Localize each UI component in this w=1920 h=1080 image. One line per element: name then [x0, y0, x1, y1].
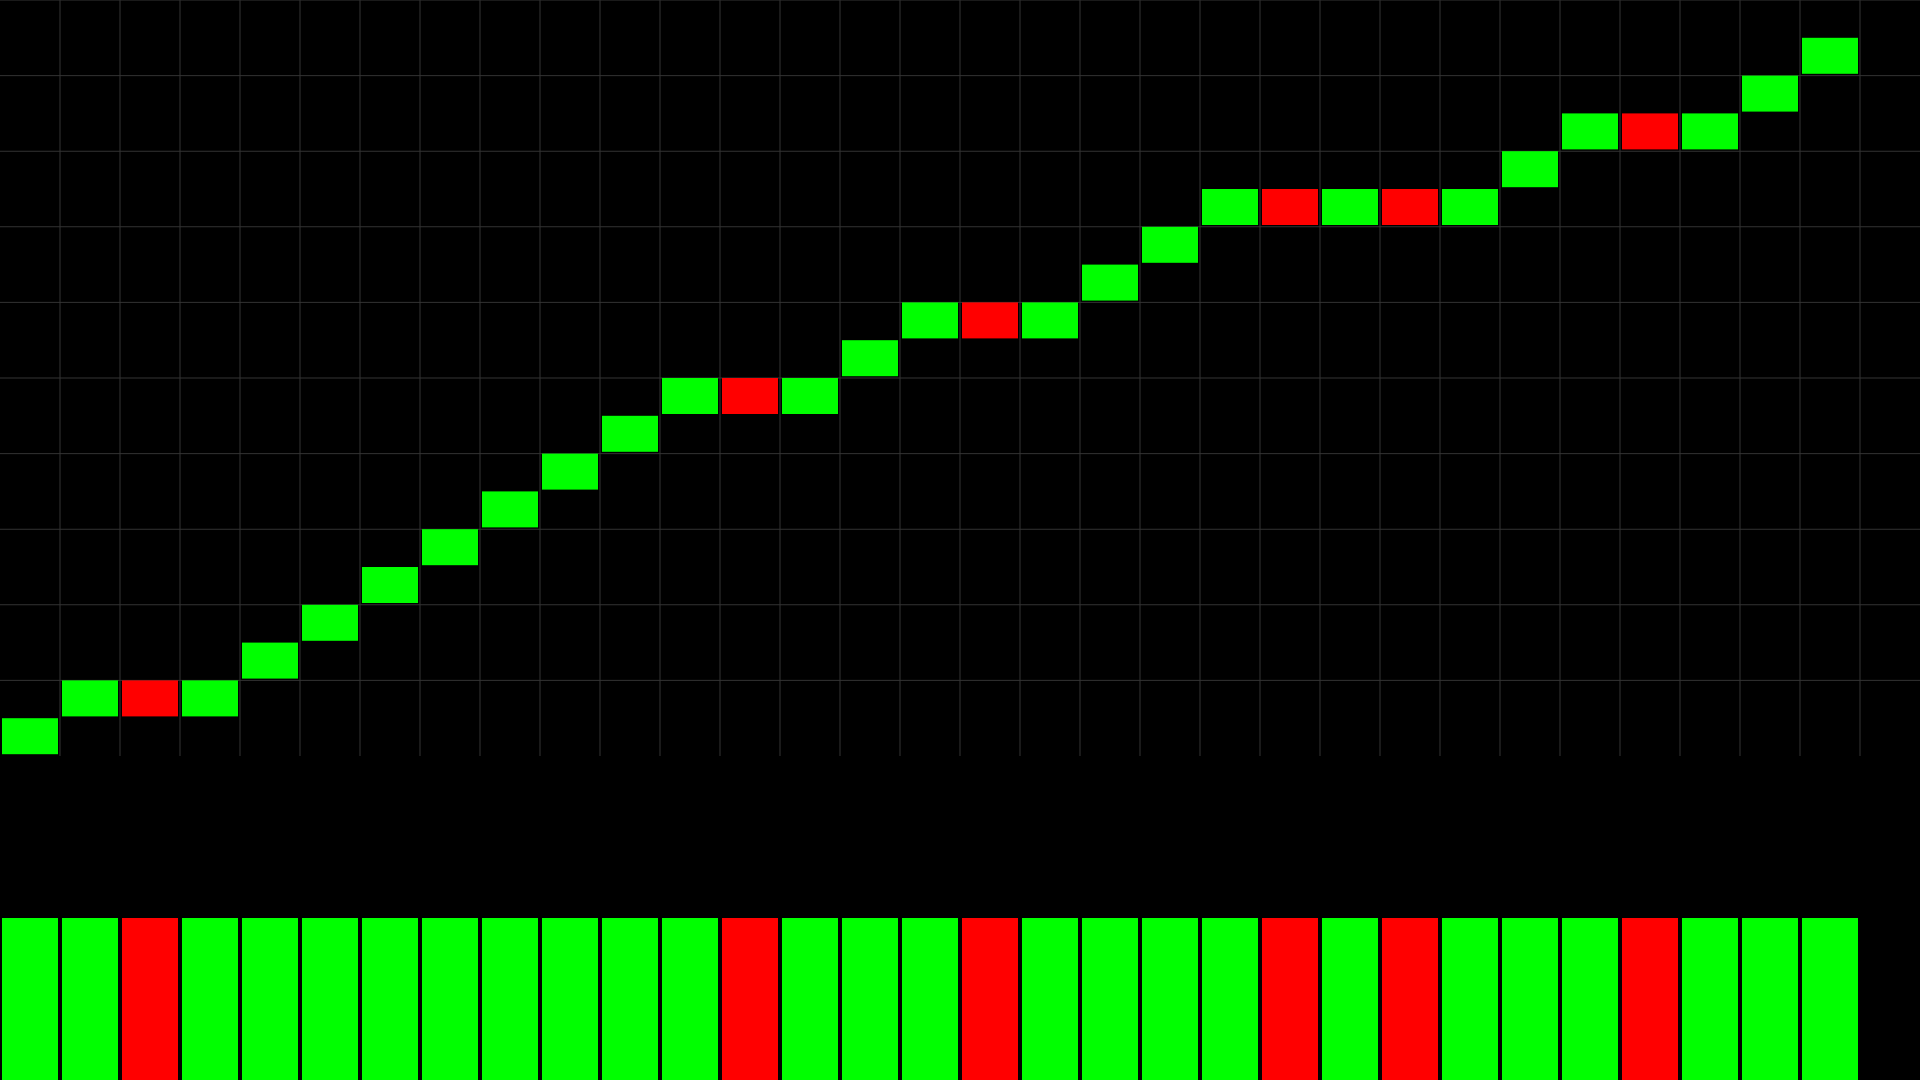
price-box [2, 718, 58, 755]
volume-bar [722, 918, 778, 1080]
price-box [782, 378, 838, 414]
volume-bar [1742, 918, 1798, 1080]
price-box [1562, 113, 1618, 150]
volume-bar [182, 918, 238, 1080]
price-box [1202, 189, 1258, 225]
volume-bar [62, 918, 118, 1080]
chart-svg [0, 0, 1920, 1080]
price-box [1022, 302, 1078, 339]
price-box [242, 642, 298, 679]
price-box [1262, 189, 1318, 225]
price-box [962, 302, 1018, 339]
price-box [1622, 113, 1678, 150]
volume-bar [302, 918, 358, 1080]
price-box [482, 491, 538, 528]
volume-bar [902, 918, 958, 1080]
price-box [1082, 264, 1138, 301]
price-box [1322, 189, 1378, 225]
price-box [842, 340, 898, 377]
volume-bar [122, 918, 178, 1080]
volume-bar [842, 918, 898, 1080]
volume-bar [1322, 918, 1378, 1080]
price-box [1682, 113, 1738, 150]
price-box [1442, 189, 1498, 225]
volume-bars-layer [2, 918, 1858, 1080]
volume-bar [1082, 918, 1138, 1080]
price-box [182, 680, 238, 717]
volume-bar [482, 918, 538, 1080]
volume-bar [1682, 918, 1738, 1080]
volume-bar [602, 918, 658, 1080]
price-box [302, 604, 358, 641]
volume-bar [662, 918, 718, 1080]
volume-bar [1802, 918, 1858, 1080]
price-box [542, 453, 598, 490]
price-box [602, 415, 658, 452]
price-box [1382, 189, 1438, 225]
price-box [122, 680, 178, 717]
volume-bar [1442, 918, 1498, 1080]
price-box [1802, 37, 1858, 74]
volume-bar [242, 918, 298, 1080]
price-box [902, 302, 958, 339]
volume-bar [362, 918, 418, 1080]
volume-bar [1022, 918, 1078, 1080]
volume-bar [1622, 918, 1678, 1080]
price-box [1142, 226, 1198, 263]
volume-bar [1202, 918, 1258, 1080]
volume-bar [962, 918, 1018, 1080]
price-box [1502, 151, 1558, 188]
price-box [1742, 75, 1798, 112]
price-box [62, 680, 118, 717]
price-box [662, 378, 718, 414]
volume-bar [1142, 918, 1198, 1080]
volume-bar [1382, 918, 1438, 1080]
price-box [422, 529, 478, 566]
volume-bar [422, 918, 478, 1080]
chart-root [0, 0, 1920, 1080]
price-box [362, 567, 418, 603]
volume-bar [542, 918, 598, 1080]
volume-bar [1502, 918, 1558, 1080]
volume-bar [782, 918, 838, 1080]
volume-bar [1262, 918, 1318, 1080]
volume-bar [1562, 918, 1618, 1080]
price-box [722, 378, 778, 414]
volume-bar [2, 918, 58, 1080]
